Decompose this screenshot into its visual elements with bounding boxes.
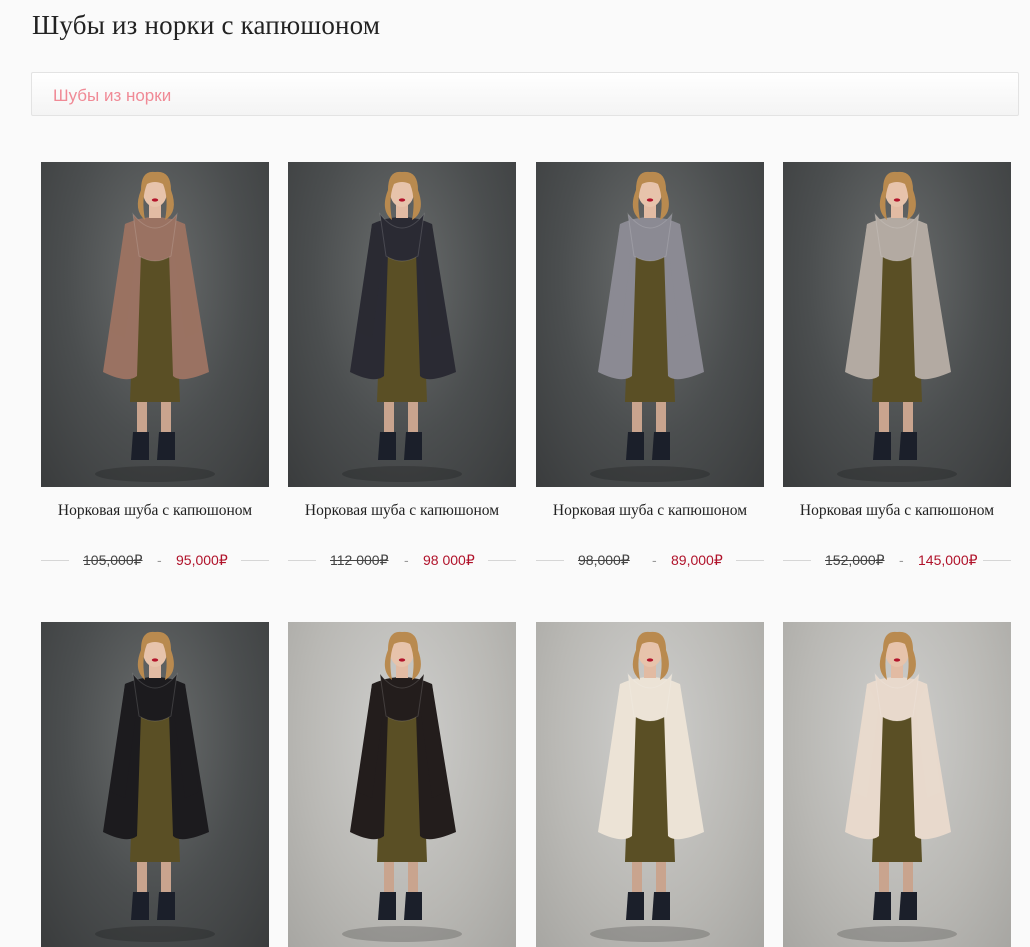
product-photo[interactable] xyxy=(41,162,269,487)
new-price: 98 000₽ xyxy=(423,552,475,568)
breadcrumb-link-mink-coats[interactable]: Шубы из норки xyxy=(53,86,171,106)
product-title[interactable]: Норковая шуба с капюшоном xyxy=(783,502,1011,520)
model-figure xyxy=(95,631,215,942)
product-card xyxy=(288,622,516,947)
price-row: 98,000₽ - 89,000₽ xyxy=(536,552,764,568)
divider xyxy=(983,560,1011,561)
divider xyxy=(41,560,69,561)
model-figure xyxy=(95,171,215,482)
price-separator: - xyxy=(157,552,162,568)
product-photo[interactable] xyxy=(288,162,516,487)
product-photo[interactable] xyxy=(536,622,764,947)
divider xyxy=(783,560,811,561)
price-row: 105,000₽ - 95,000₽ xyxy=(41,552,269,568)
model-figure xyxy=(837,171,957,482)
product-photo[interactable] xyxy=(536,162,764,487)
product-title[interactable]: Норковая шуба с капюшоном xyxy=(536,502,764,520)
new-price: 95,000₽ xyxy=(176,552,228,568)
product-photo[interactable] xyxy=(783,162,1011,487)
model-figure xyxy=(590,631,710,942)
divider xyxy=(736,560,764,561)
new-price: 145,000₽ xyxy=(918,552,978,568)
product-card xyxy=(41,622,269,947)
product-card xyxy=(536,622,764,947)
divider xyxy=(488,560,516,561)
divider xyxy=(288,560,316,561)
product-card: Норковая шуба с капюшоном 112 000₽ - 98 … xyxy=(288,162,516,568)
model-figure xyxy=(342,171,462,482)
product-card: Норковая шуба с капюшоном 152,000₽ - 145… xyxy=(783,162,1011,568)
price-row: 112 000₽ - 98 000₽ xyxy=(288,552,516,568)
price-separator: - xyxy=(652,552,657,568)
new-price: 89,000₽ xyxy=(671,552,723,568)
price-separator: - xyxy=(899,552,904,568)
product-card: Норковая шуба с капюшоном 98,000₽ - 89,0… xyxy=(536,162,764,568)
price-separator: - xyxy=(404,552,409,568)
page-title: Шубы из норки с капюшоном xyxy=(32,10,381,40)
old-price: 112 000₽ xyxy=(330,552,389,568)
price-row: 152,000₽ - 145,000₽ xyxy=(783,552,1011,568)
old-price: 98,000₽ xyxy=(578,552,630,568)
breadcrumb: Шубы из норки xyxy=(31,72,1019,116)
product-title[interactable]: Норковая шуба с капюшоном xyxy=(288,502,516,520)
model-figure xyxy=(590,171,710,482)
divider xyxy=(241,560,269,561)
product-photo[interactable] xyxy=(288,622,516,947)
old-price: 152,000₽ xyxy=(825,552,885,568)
product-card: Норковая шуба с капюшоном 105,000₽ - 95,… xyxy=(41,162,269,568)
old-price: 105,000₽ xyxy=(83,552,143,568)
product-photo[interactable] xyxy=(41,622,269,947)
product-photo[interactable] xyxy=(783,622,1011,947)
model-figure xyxy=(837,631,957,942)
divider xyxy=(536,560,564,561)
product-card xyxy=(783,622,1011,947)
product-title[interactable]: Норковая шуба с капюшоном xyxy=(41,502,269,520)
model-figure xyxy=(342,631,462,942)
